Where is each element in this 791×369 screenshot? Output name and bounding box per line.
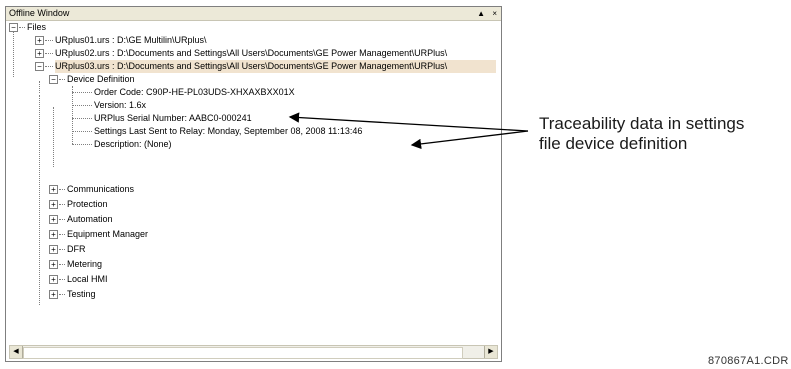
arrow-to-settings-last-sent <box>410 130 529 150</box>
figure-code: 870867A1.CDR <box>708 355 789 367</box>
annotation-line: file device definition <box>539 134 688 153</box>
annotation-callout: Traceability data in settings file devic… <box>539 114 789 154</box>
callout-arrows <box>288 112 529 150</box>
annotation-line: Traceability data in settings <box>539 114 745 133</box>
arrow-to-serial-number <box>288 112 529 132</box>
